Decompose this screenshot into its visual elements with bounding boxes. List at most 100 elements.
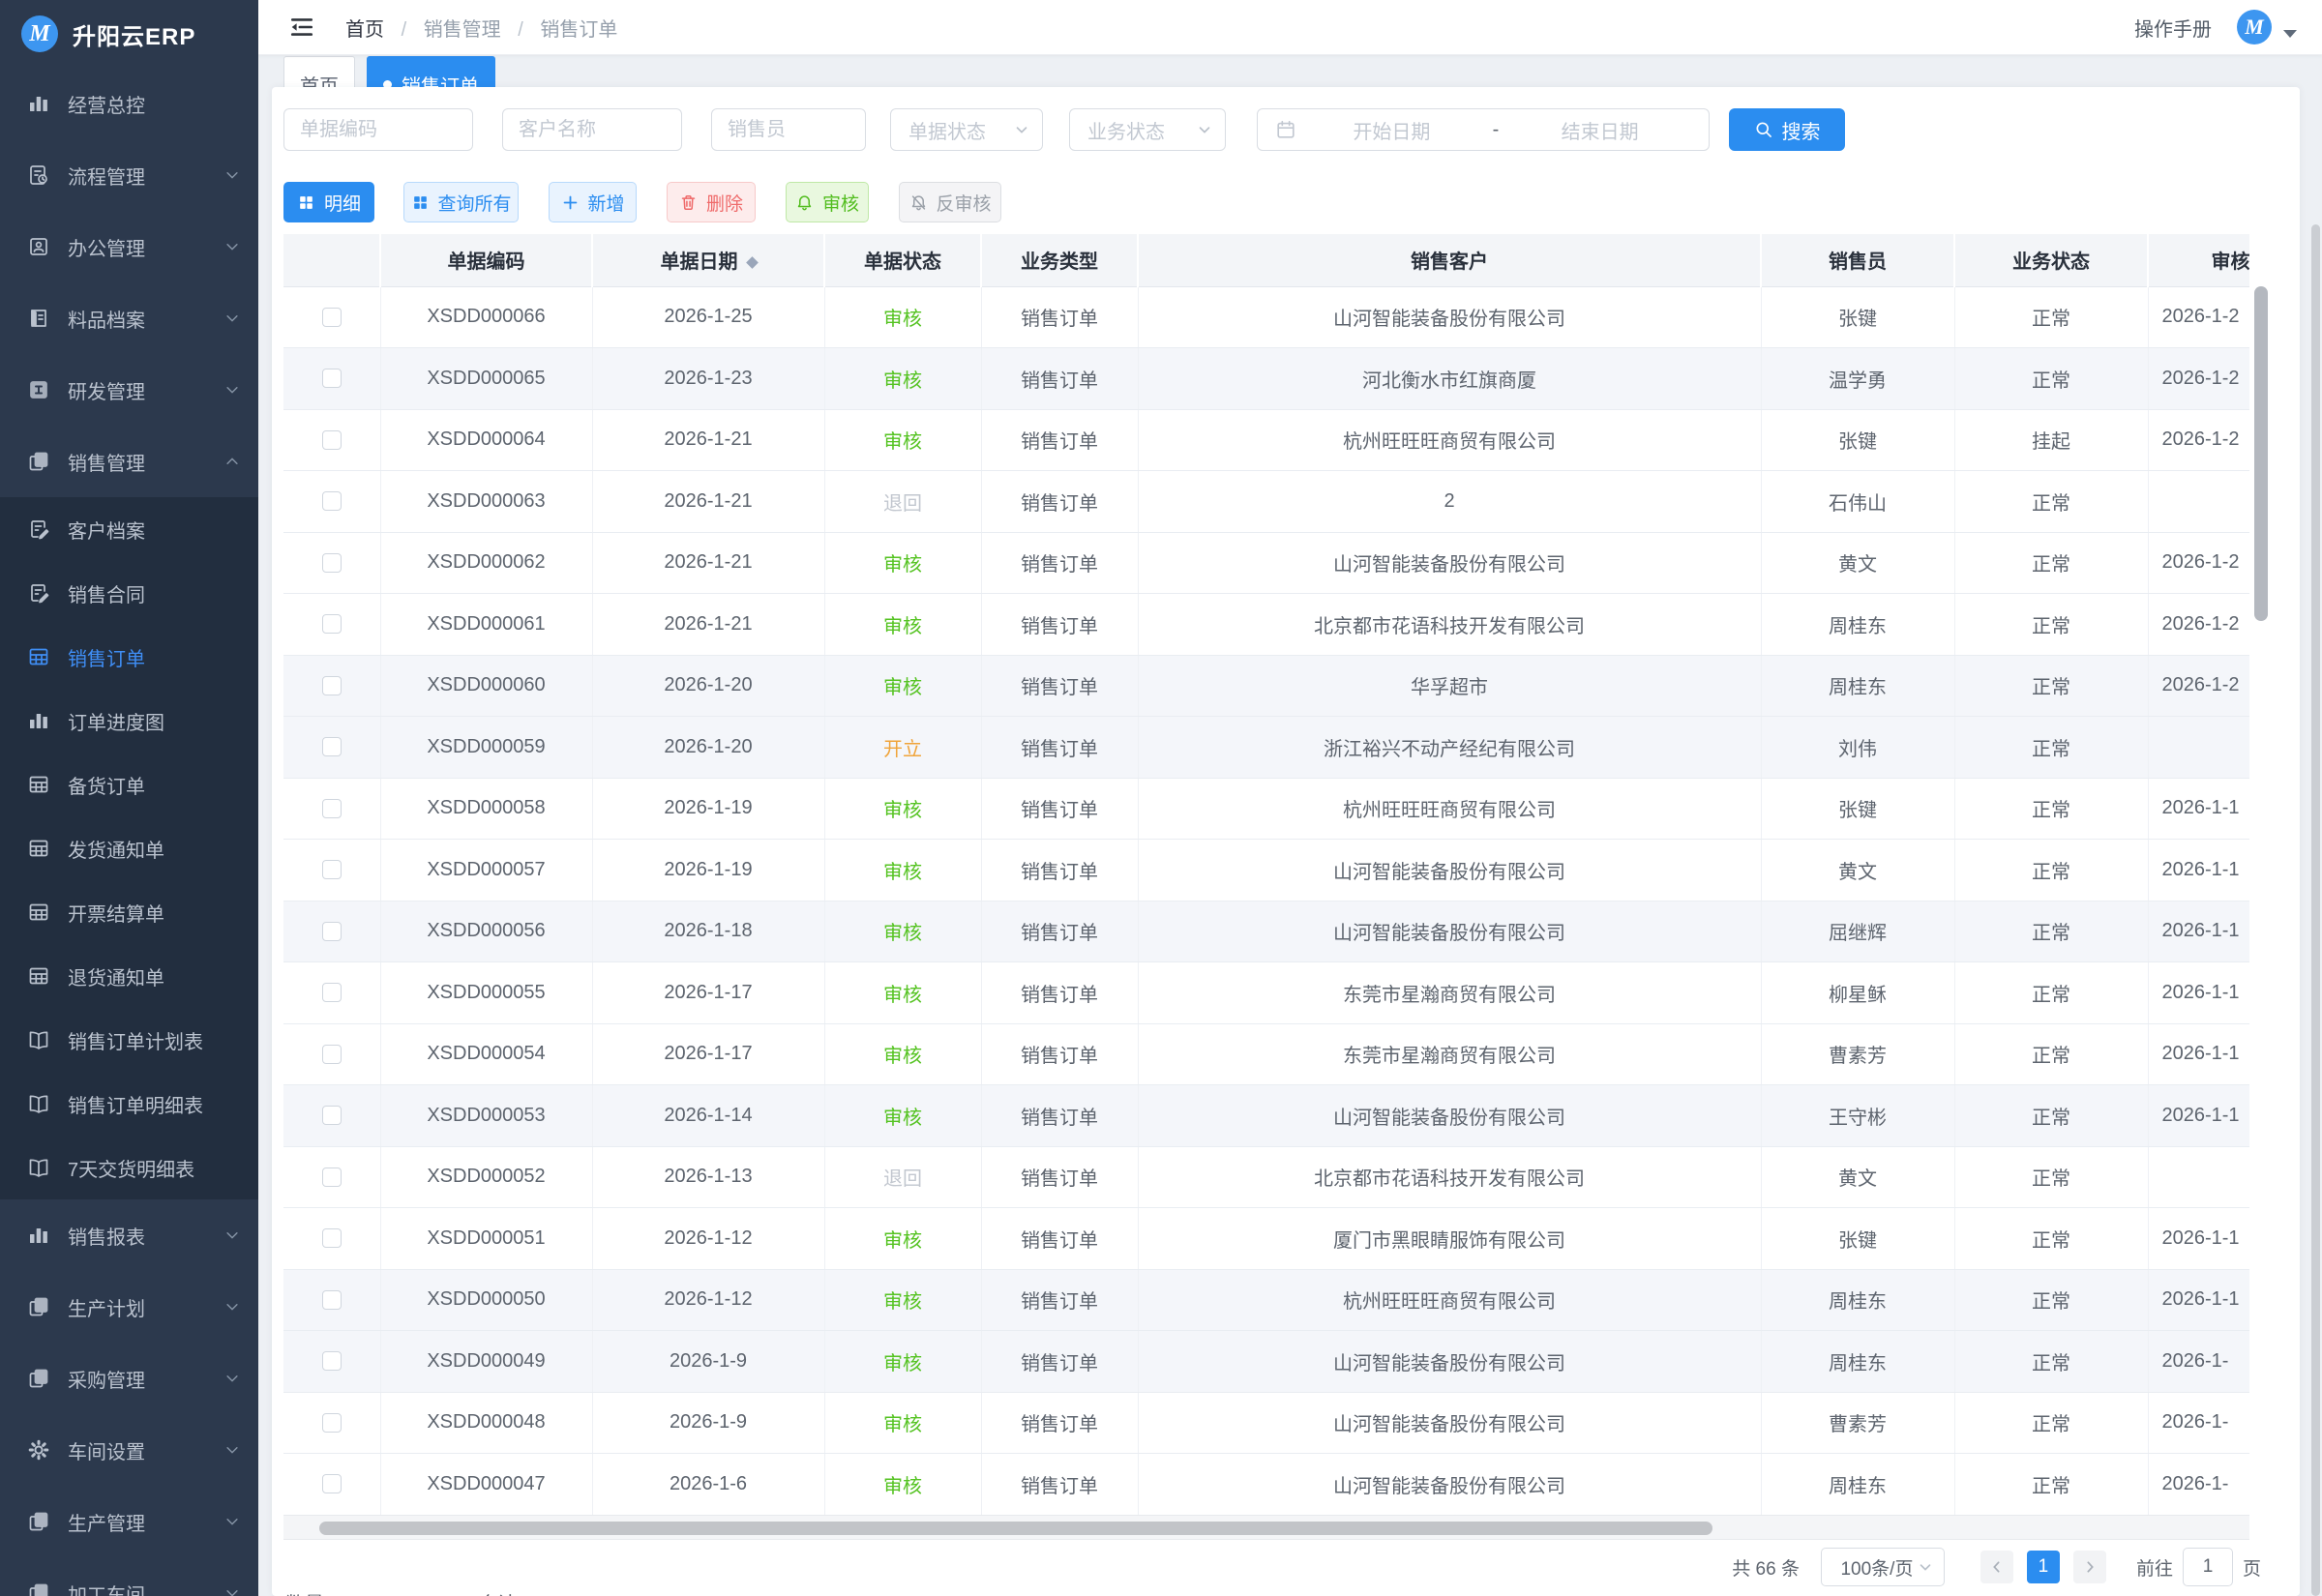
biz-status-select[interactable]: 业务状态 (1069, 108, 1226, 151)
row-checkbox[interactable] (322, 1228, 342, 1248)
sidebar-item-生产计划[interactable]: 生产计划 (0, 1271, 258, 1343)
row-checkbox[interactable] (322, 614, 342, 634)
toolbar-button-查询所有[interactable]: 查询所有 (403, 182, 519, 222)
sidebar-item-经营总控[interactable]: 经营总控 (0, 68, 258, 139)
table-row-XSDD000061[interactable]: XSDD0000612026-1-21审核销售订单北京都市花语科技开发有限公司周… (283, 594, 2249, 656)
table-row-XSDD000052[interactable]: XSDD0000522026-1-13退回销售订单北京都市花语科技开发有限公司黄… (283, 1146, 2249, 1208)
row-checkbox[interactable] (322, 860, 342, 879)
row-checkbox[interactable] (322, 737, 342, 756)
page-number-button[interactable]: 1 (2027, 1551, 2060, 1583)
cell-customer: 东莞市星瀚商贸有限公司 (1138, 962, 1761, 1024)
row-checkbox[interactable] (322, 553, 342, 573)
page-unit-label: 页 (2243, 1554, 2261, 1581)
row-checkbox[interactable] (322, 369, 342, 388)
table-row-XSDD000053[interactable]: XSDD0000532026-1-14审核销售订单山河智能装备股份有限公司王守彬… (283, 1085, 2249, 1147)
table-row-XSDD000057[interactable]: XSDD0000572026-1-19审核销售订单山河智能装备股份有限公司黄文正… (283, 840, 2249, 901)
sidebar-item-7天交货明细表[interactable]: 7天交货明细表 (0, 1136, 258, 1199)
row-checkbox[interactable] (322, 1045, 342, 1064)
customer-name-input[interactable] (502, 108, 682, 151)
doc-status-select[interactable]: 单据状态 (890, 108, 1043, 151)
row-checkbox[interactable] (322, 1413, 342, 1433)
toolbar-button-明细[interactable]: 明细 (283, 182, 374, 222)
table-row-XSDD000059[interactable]: XSDD0000592026-1-20开立销售订单浙江裕兴不动产经纪有限公司刘伟… (283, 717, 2249, 779)
page-size-select[interactable]: 100条/页 (1821, 1548, 1945, 1586)
doc-code-input[interactable] (283, 108, 473, 151)
table-row-XSDD000054[interactable]: XSDD0000542026-1-17审核销售订单东莞市星瀚商贸有限公司曹素芳正… (283, 1023, 2249, 1085)
row-checkbox[interactable] (322, 983, 342, 1002)
goto-page-input[interactable] (2183, 1548, 2233, 1586)
toolbar-button-审核[interactable]: 审核 (786, 182, 869, 222)
sidebar-item-采购管理[interactable]: 采购管理 (0, 1343, 258, 1414)
table-row-XSDD000065[interactable]: XSDD0000652026-1-23审核销售订单河北衡水市红旗商厦温学勇正常2… (283, 348, 2249, 410)
user-avatar[interactable]: M (2237, 10, 2272, 44)
table-row-XSDD000066[interactable]: XSDD0000662026-1-25审核销售订单山河智能装备股份有限公司张键正… (283, 286, 2249, 348)
horizontal-scrollbar-thumb[interactable] (319, 1522, 1712, 1535)
sidebar-item-料品档案[interactable]: 料品档案 (0, 282, 258, 354)
sidebar-item-研发管理[interactable]: 研发管理 (0, 354, 258, 426)
table-row-XSDD000063[interactable]: XSDD0000632026-1-21退回销售订单2石伟山正常 (283, 471, 2249, 533)
salesperson-input[interactable] (711, 108, 866, 151)
table-row-XSDD000064[interactable]: XSDD0000642026-1-21审核销售订单杭州旺旺旺商贸有限公司张键挂起… (283, 409, 2249, 471)
table-row-XSDD000050[interactable]: XSDD0000502026-1-12审核销售订单杭州旺旺旺商贸有限公司周桂东正… (283, 1269, 2249, 1331)
sidebar-item-销售订单计划表[interactable]: 销售订单计划表 (0, 1008, 258, 1072)
row-checkbox[interactable] (322, 799, 342, 818)
row-checkbox[interactable] (322, 1106, 342, 1125)
sidebar-item-流程管理[interactable]: 流程管理 (0, 139, 258, 211)
sidebar-item-销售订单[interactable]: 销售订单 (0, 625, 258, 689)
table-row-XSDD000058[interactable]: XSDD0000582026-1-19审核销售订单杭州旺旺旺商贸有限公司张键正常… (283, 778, 2249, 840)
sidebar-item-销售管理[interactable]: 销售管理 (0, 426, 258, 497)
breadcrumb-home[interactable]: 首页 (345, 19, 384, 41)
cell-checkbox (283, 778, 380, 840)
row-checkbox[interactable] (322, 1290, 342, 1310)
row-checkbox[interactable] (322, 1474, 342, 1493)
next-page-button[interactable] (2073, 1551, 2106, 1583)
sidebar-item-办公管理[interactable]: 办公管理 (0, 211, 258, 282)
row-checkbox[interactable] (322, 1167, 342, 1187)
search-button[interactable]: 搜索 (1729, 108, 1845, 151)
prev-page-button[interactable] (1980, 1551, 2013, 1583)
column-header-单据日期[interactable]: 单据日期 (592, 234, 824, 286)
page-vertical-scrollbar[interactable] (2311, 224, 2320, 1596)
row-checkbox[interactable] (322, 922, 342, 941)
row-checkbox[interactable] (322, 308, 342, 327)
sidebar-item-客户档案[interactable]: 客户档案 (0, 497, 258, 561)
sidebar-item-生产管理[interactable]: 生产管理 (0, 1486, 258, 1557)
sidebar-item-销售报表[interactable]: 销售报表 (0, 1199, 258, 1271)
cell-customer: 北京都市花语科技开发有限公司 (1138, 1146, 1761, 1208)
row-checkbox[interactable] (322, 1351, 342, 1371)
toolbar-button-删除[interactable]: 删除 (667, 182, 756, 222)
table-row-XSDD000051[interactable]: XSDD0000512026-1-12审核销售订单厦门市黑眼睛服饰有限公司张键正… (283, 1208, 2249, 1270)
cell-biz-type: 销售订单 (981, 778, 1138, 840)
table-row-XSDD000055[interactable]: XSDD0000552026-1-17审核销售订单东莞市星瀚商贸有限公司柳星稣正… (283, 962, 2249, 1024)
row-checkbox[interactable] (322, 491, 342, 511)
toolbar-button-反审核[interactable]: 反审核 (899, 182, 1001, 222)
sidebar-item-加工车间[interactable]: 加工车间 (0, 1557, 258, 1596)
breadcrumb-sales-mgmt[interactable]: 销售管理 (424, 19, 501, 41)
sidebar-item-发货通知单[interactable]: 发货通知单 (0, 816, 258, 880)
sidebar-item-销售订单明细表[interactable]: 销售订单明细表 (0, 1072, 258, 1136)
sort-icon[interactable] (746, 256, 759, 269)
collapse-sidebar-icon[interactable] (289, 15, 314, 40)
row-checkbox[interactable] (322, 430, 342, 450)
cell-doc-code: XSDD000052 (380, 1146, 592, 1208)
table-row-XSDD000049[interactable]: XSDD0000492026-1-9审核销售订单山河智能装备股份有限公司周桂东正… (283, 1331, 2249, 1393)
toolbar-button-新增[interactable]: 新增 (549, 182, 637, 222)
sidebar-item-备货订单[interactable]: 备货订单 (0, 753, 258, 816)
table-row-XSDD000056[interactable]: XSDD0000562026-1-18审核销售订单山河智能装备股份有限公司屈继辉… (283, 901, 2249, 962)
table-row-XSDD000047[interactable]: XSDD0000472026-1-6审核销售订单山河智能装备股份有限公司周桂东正… (283, 1454, 2249, 1516)
user-menu-caret-icon[interactable] (2283, 30, 2297, 38)
sidebar-item-车间设置[interactable]: 车间设置 (0, 1414, 258, 1486)
row-checkbox[interactable] (322, 676, 342, 695)
table-vertical-scrollbar[interactable] (2254, 286, 2268, 621)
sidebar-item-退货通知单[interactable]: 退货通知单 (0, 944, 258, 1008)
sidebar-item-开票结算单[interactable]: 开票结算单 (0, 880, 258, 944)
sidebar-item-销售合同[interactable]: 销售合同 (0, 561, 258, 625)
cell-biz-status: 正常 (1954, 655, 2148, 717)
table-row-XSDD000062[interactable]: XSDD0000622026-1-21审核销售订单山河智能装备股份有限公司黄文正… (283, 532, 2249, 594)
cell-doc-code: XSDD000049 (380, 1331, 592, 1393)
operation-manual-link[interactable]: 操作手册 (2134, 14, 2212, 42)
table-row-XSDD000060[interactable]: XSDD0000602026-1-20审核销售订单华孚超市周桂东正常2026-1… (283, 655, 2249, 717)
date-range-picker[interactable]: 开始日期 - 结束日期 (1257, 108, 1710, 151)
sidebar-item-订单进度图[interactable]: 订单进度图 (0, 689, 258, 753)
table-row-XSDD000048[interactable]: XSDD0000482026-1-9审核销售订单山河智能装备股份有限公司曹素芳正… (283, 1392, 2249, 1454)
